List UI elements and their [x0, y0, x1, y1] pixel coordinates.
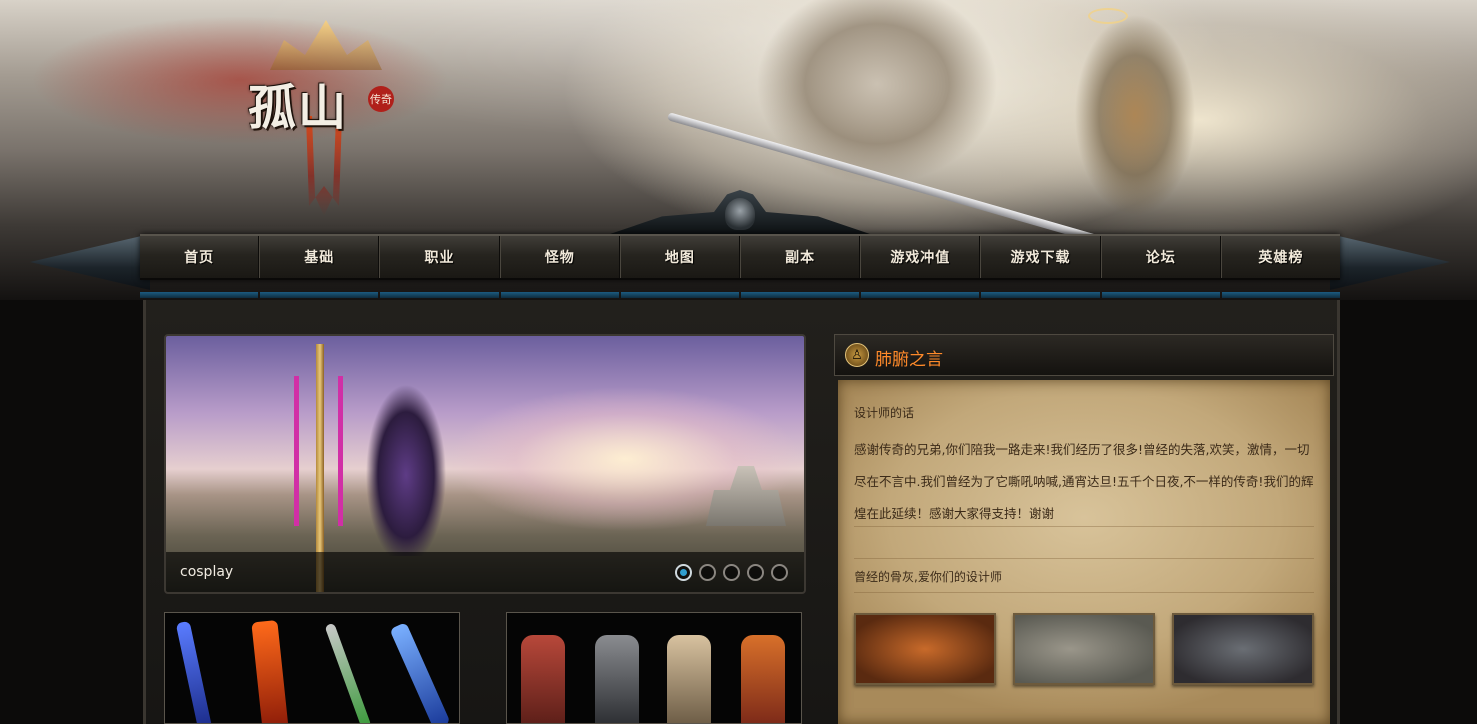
nav-wing-right — [1330, 234, 1450, 290]
weapon-flame-sword-image — [251, 619, 289, 723]
nav-item-maps[interactable]: 地图 — [619, 236, 741, 278]
logo-seal: 传奇 — [368, 86, 394, 112]
slide-ribbon-image — [294, 376, 299, 526]
panel-header: ♙ 肺腑之言 — [834, 334, 1334, 376]
angel-halo — [1088, 8, 1128, 24]
weapon-ice-sword-image — [389, 622, 451, 723]
divider — [854, 526, 1314, 527]
hero-angel-image — [1060, 10, 1210, 220]
nav-bar: 首页 基础 职业 怪物 地图 副本 游戏冲值 游戏下载 论坛 英雄榜 — [140, 234, 1340, 280]
main-content-frame: cosplay ♙ 肺腑之言 设计师的话 感谢传奇的兄弟,你们陪我一路走来!我们… — [143, 300, 1340, 724]
slider-pagination — [675, 564, 788, 581]
slide-caption: cosplay — [180, 564, 234, 580]
hero-knight-image — [690, 0, 1030, 210]
nav-item-recharge[interactable]: 游戏冲值 — [860, 236, 981, 278]
image-slider[interactable]: cosplay — [164, 334, 806, 594]
weapons-thumbnail[interactable] — [164, 612, 460, 724]
nav-item-dungeons[interactable]: 副本 — [740, 236, 861, 278]
nav-underline — [140, 292, 1341, 298]
slide-castle-image — [706, 466, 786, 526]
site-logo[interactable]: 孤山 传奇 — [236, 20, 416, 216]
concept-art-minotaur[interactable] — [854, 613, 996, 685]
armor-set-2-image — [595, 635, 639, 723]
logo-text: 孤山 — [248, 80, 349, 136]
nav-wing-left — [30, 234, 150, 290]
slide-caption-bar: cosplay — [166, 552, 804, 592]
armor-set-3-image — [667, 635, 711, 723]
nav-item-download[interactable]: 游戏下载 — [980, 236, 1101, 278]
weapon-blade-image — [324, 622, 372, 723]
armor-set-4-image — [741, 635, 785, 723]
designer-words-panel: ♙ 肺腑之言 设计师的话 感谢传奇的兄弟,你们陪我一路走来!我们经历了很多!曾经… — [834, 334, 1334, 724]
nav-item-ranking[interactable]: 英雄榜 — [1220, 236, 1340, 278]
skull-icon — [725, 198, 755, 230]
concept-art-gallery — [854, 613, 1316, 685]
armor-thumbnail[interactable] — [506, 612, 802, 724]
armor-set-1-image — [521, 635, 565, 723]
divider — [854, 558, 1314, 559]
nav-item-classes[interactable]: 职业 — [379, 236, 500, 278]
panel-title: 肺腑之言 — [875, 350, 943, 370]
concept-art-armor-sets[interactable] — [1172, 613, 1314, 685]
designer-heading: 设计师的话 — [854, 406, 915, 420]
designer-signature: 曾经的骨灰,爱你们的设计师 — [854, 570, 1002, 584]
nav-item-monsters[interactable]: 怪物 — [499, 236, 620, 278]
parchment-panel: 设计师的话 感谢传奇的兄弟,你们陪我一路走来!我们经历了很多!曾经的失落,欢笑，… — [838, 380, 1330, 724]
slider-dot-3[interactable] — [723, 564, 740, 581]
slider-dot-2[interactable] — [699, 564, 716, 581]
divider — [854, 592, 1314, 593]
slide-cosplay-figure — [361, 376, 451, 556]
main-navigation: 首页 基础 职业 怪物 地图 副本 游戏冲值 游戏下载 论坛 英雄榜 — [30, 190, 1450, 300]
logo-crown-ornament — [270, 20, 382, 70]
slide-ribbon-image — [338, 376, 343, 526]
nav-item-home[interactable]: 首页 — [140, 236, 260, 278]
person-icon: ♙ — [845, 343, 869, 367]
nav-item-forum[interactable]: 论坛 — [1100, 236, 1221, 278]
nav-item-basics[interactable]: 基础 — [259, 236, 380, 278]
designer-message: 感谢传奇的兄弟,你们陪我一路走来!我们经历了很多!曾经的失落,欢笑，激情，一切尽… — [854, 442, 1314, 521]
weapon-trident-image — [175, 620, 213, 723]
slider-dot-1[interactable] — [675, 564, 692, 581]
concept-art-sketch[interactable] — [1013, 613, 1155, 685]
slider-dot-5[interactable] — [771, 564, 788, 581]
slider-dot-4[interactable] — [747, 564, 764, 581]
